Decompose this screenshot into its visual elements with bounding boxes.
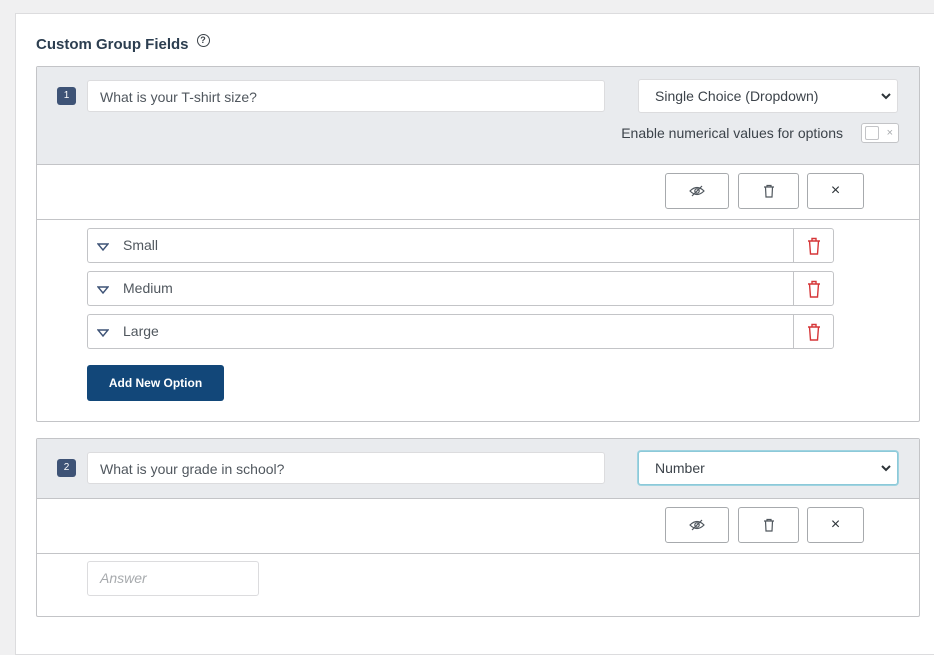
field-number-badge: 1 [57, 87, 76, 105]
option-input[interactable]: Small [87, 228, 793, 263]
close-field-button[interactable]: × [807, 173, 864, 209]
triangle-down-icon[interactable] [97, 285, 109, 295]
delete-option-button[interactable] [793, 314, 834, 349]
chevron-down-icon [881, 93, 891, 100]
field-type-select[interactable]: Number [638, 451, 898, 485]
delete-option-button[interactable] [793, 271, 834, 306]
option-label: Medium [123, 280, 173, 296]
toggle-off-icon: × [886, 127, 893, 139]
red-trash-icon [807, 280, 820, 298]
question-input[interactable]: What is your T-shirt size? [87, 80, 605, 112]
section-title-text: Custom Group Fields [36, 36, 189, 53]
delete-option-button[interactable] [793, 228, 834, 263]
hide-field-button[interactable] [665, 507, 729, 543]
field-type-value: Single Choice (Dropdown) [655, 88, 819, 104]
option-label: Large [123, 323, 159, 339]
delete-field-button[interactable] [738, 507, 799, 543]
field-card-2: 2 What is your grade in school? Number ×… [36, 438, 920, 617]
close-icon: × [830, 182, 841, 199]
triangle-down-icon[interactable] [97, 328, 109, 338]
red-trash-icon [807, 237, 820, 255]
eye-slash-icon [689, 519, 705, 531]
numerical-values-toggle[interactable]: × [861, 123, 899, 143]
option-row: Large [87, 314, 834, 349]
option-row: Small [87, 228, 834, 263]
eye-slash-icon [689, 185, 705, 197]
trash-icon [763, 518, 774, 532]
close-field-button[interactable]: × [807, 507, 864, 543]
option-row: Medium [87, 271, 834, 306]
triangle-down-icon[interactable] [97, 242, 109, 252]
field-number-badge: 2 [57, 459, 76, 477]
section-title: Custom Group Fields ? [36, 34, 210, 53]
help-icon[interactable]: ? [196, 34, 210, 47]
red-trash-icon [807, 323, 820, 341]
option-label: Small [123, 237, 159, 253]
field-actions-row: × [37, 499, 919, 554]
hide-field-button[interactable] [665, 173, 729, 209]
question-input[interactable]: What is your grade in school? [87, 452, 605, 484]
field-actions-row: × [37, 165, 919, 220]
trash-icon [763, 184, 774, 198]
field-type-value: Number [655, 460, 705, 476]
field-header: 2 What is your grade in school? Number [37, 439, 919, 499]
field-header: 1 What is your T-shirt size? Single Choi… [37, 67, 919, 165]
option-input[interactable]: Medium [87, 271, 793, 306]
numerical-values-label: Enable numerical values for options [621, 125, 843, 141]
field-card-1: 1 What is your T-shirt size? Single Choi… [36, 66, 920, 422]
option-input[interactable]: Large [87, 314, 793, 349]
field-type-select[interactable]: Single Choice (Dropdown) [638, 79, 898, 113]
answer-input[interactable]: Answer [87, 561, 259, 596]
delete-field-button[interactable] [738, 173, 799, 209]
add-new-option-button[interactable]: Add New Option [87, 365, 224, 401]
chevron-down-icon [881, 465, 891, 472]
close-icon: × [830, 516, 841, 533]
toggle-knob [865, 126, 879, 140]
